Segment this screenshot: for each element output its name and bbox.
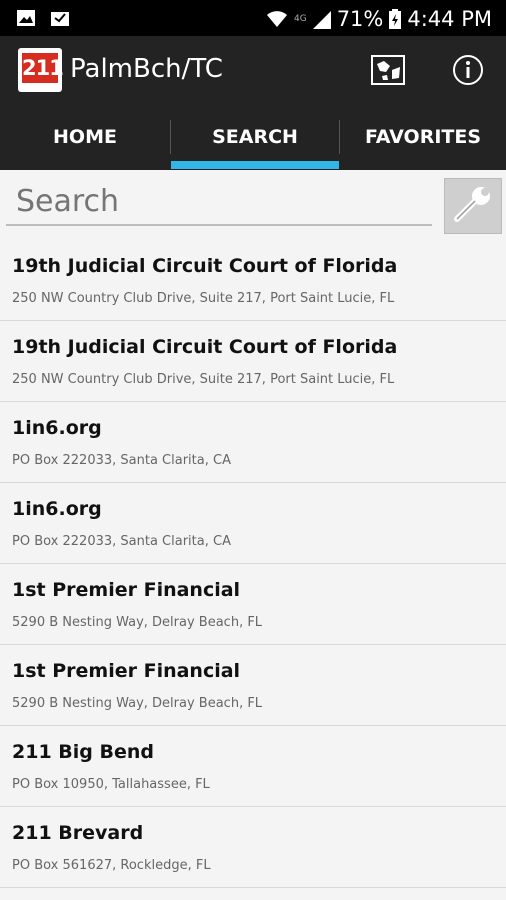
item-name: 1st Premier Financial xyxy=(12,579,241,601)
item-address: PO Box 561627, Rockledge, FL xyxy=(12,858,211,873)
item-address: 5290 B Nesting Way, Delray Beach, FL xyxy=(12,696,263,711)
wrench-icon xyxy=(454,187,490,222)
selected-tab-indicator xyxy=(171,161,339,169)
item-name: 1st Premier Financial xyxy=(12,660,241,682)
item-name: 19th Judicial Circuit Court of Florida xyxy=(12,336,398,358)
notification-icons xyxy=(16,8,70,28)
list-item[interactable]: 211 Big Bend PO Box 10950, Tallahassee, … xyxy=(0,726,506,807)
item-address: 250 NW Country Club Drive, Suite 217, Po… xyxy=(12,372,395,387)
item-address: PO Box 10950, Tallahassee, FL xyxy=(12,777,210,792)
item-name: 19th Judicial Circuit Court of Florida xyxy=(12,255,398,277)
app-bar: 211 PalmBch/TC xyxy=(0,36,506,184)
list-item[interactable]: 1st Premier Financial 5290 B Nesting Way… xyxy=(0,564,506,645)
list-item[interactable]: 19th Judicial Circuit Court of Florida 2… xyxy=(0,240,506,321)
list-item[interactable]: 211 Brevard PO Box 561627, Rockledge, FL xyxy=(0,807,506,888)
signal-icon xyxy=(312,11,331,29)
app-title: PalmBch/TC xyxy=(70,54,223,84)
map-icon[interactable] xyxy=(370,52,406,88)
battery-percent: 71% xyxy=(336,7,384,31)
search-input[interactable] xyxy=(6,178,432,226)
results-list: 19th Judicial Circuit Court of Florida 2… xyxy=(0,240,506,888)
system-status: 4G 71% 4:44 PM xyxy=(266,7,492,31)
item-name: 1in6.org xyxy=(12,417,102,439)
wifi-icon xyxy=(266,11,287,27)
info-icon[interactable] xyxy=(452,54,484,86)
status-bar: 4G 71% 4:44 PM xyxy=(0,0,506,36)
tab-favorites[interactable]: FAVORITES xyxy=(340,104,506,170)
network-type-label: 4G xyxy=(293,14,307,24)
search-bar xyxy=(0,170,506,241)
list-item[interactable]: 19th Judicial Circuit Court of Florida 2… xyxy=(0,321,506,402)
search-options-button[interactable] xyxy=(444,178,502,234)
list-item[interactable]: 1in6.org PO Box 222033, Santa Clarita, C… xyxy=(0,483,506,564)
inbox-notification-icon xyxy=(51,12,69,26)
item-address: 250 NW Country Club Drive, Suite 217, Po… xyxy=(12,291,395,306)
battery-icon xyxy=(389,9,402,29)
logo-text: 211 xyxy=(22,53,64,83)
list-item[interactable]: 1in6.org PO Box 222033, Santa Clarita, C… xyxy=(0,402,506,483)
item-address: PO Box 222033, Santa Clarita, CA xyxy=(12,534,231,549)
item-address: 5290 B Nesting Way, Delray Beach, FL xyxy=(12,615,263,630)
tab-home[interactable]: HOME xyxy=(0,104,170,170)
item-name: 211 Big Bend xyxy=(12,741,154,763)
item-address: PO Box 222033, Santa Clarita, CA xyxy=(12,453,231,468)
clock: 4:44 PM xyxy=(407,7,492,31)
item-name: 211 Brevard xyxy=(12,822,144,844)
item-name: 1in6.org xyxy=(12,498,102,520)
image-notification-icon xyxy=(17,10,35,26)
app-logo: 211 xyxy=(18,48,64,92)
list-item[interactable]: 1st Premier Financial 5290 B Nesting Way… xyxy=(0,645,506,726)
